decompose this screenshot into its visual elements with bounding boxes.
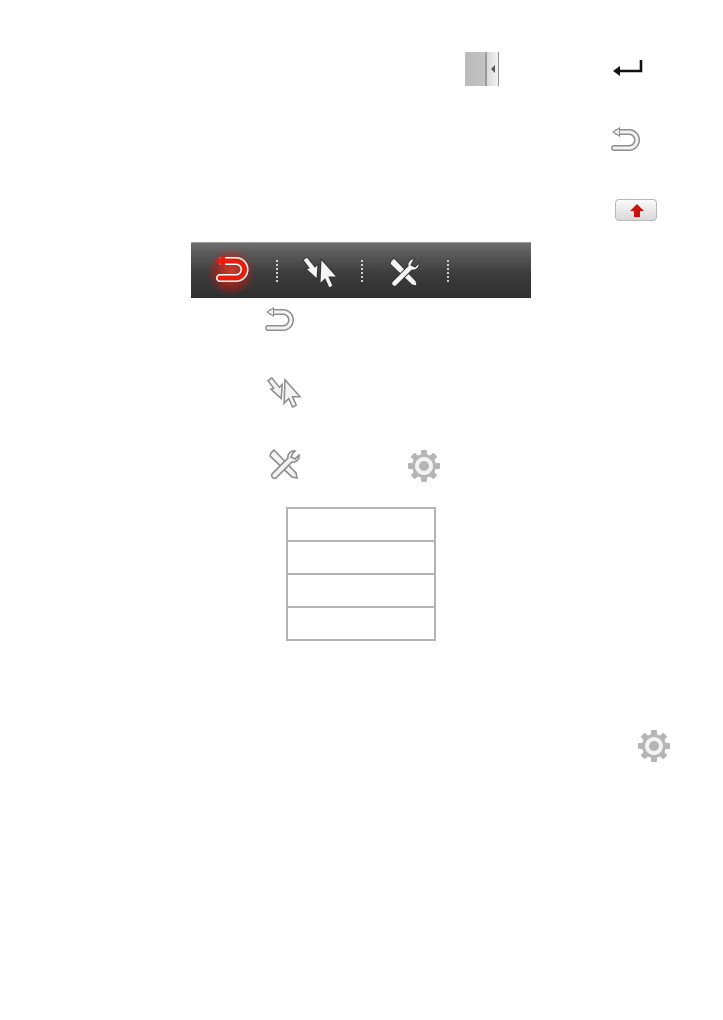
up-arrow-button[interactable]: [615, 199, 657, 221]
bottom-gear-icon: [638, 730, 670, 762]
blank-table: [286, 507, 436, 641]
toolbar-separator: [276, 260, 278, 282]
toolbar-cursor-icon[interactable]: [301, 255, 341, 289]
table-cell: [286, 540, 436, 575]
panel-collapse-tab-icon: [465, 52, 499, 86]
list-cursor-icon: [267, 376, 302, 408]
table-cell: [286, 606, 436, 641]
back-icon: [611, 127, 640, 151]
table-row: [286, 573, 436, 608]
toolbar-separator: [447, 260, 449, 282]
toolbar: [191, 242, 531, 298]
list-gear-icon: [408, 450, 440, 482]
table-row: [286, 606, 436, 641]
enter-icon: [613, 60, 643, 76]
list-tools-icon: [269, 448, 300, 480]
table-cell: [286, 573, 436, 608]
list-back-icon: [265, 307, 294, 331]
table-cell: [286, 507, 436, 542]
toolbar-tools-icon[interactable]: [386, 256, 422, 290]
toolbar-separator: [361, 260, 363, 282]
red-up-arrow-icon: [630, 204, 644, 217]
table-row: [286, 540, 436, 575]
table-row: [286, 507, 436, 542]
toolbar-back-icon[interactable]: [212, 255, 250, 287]
